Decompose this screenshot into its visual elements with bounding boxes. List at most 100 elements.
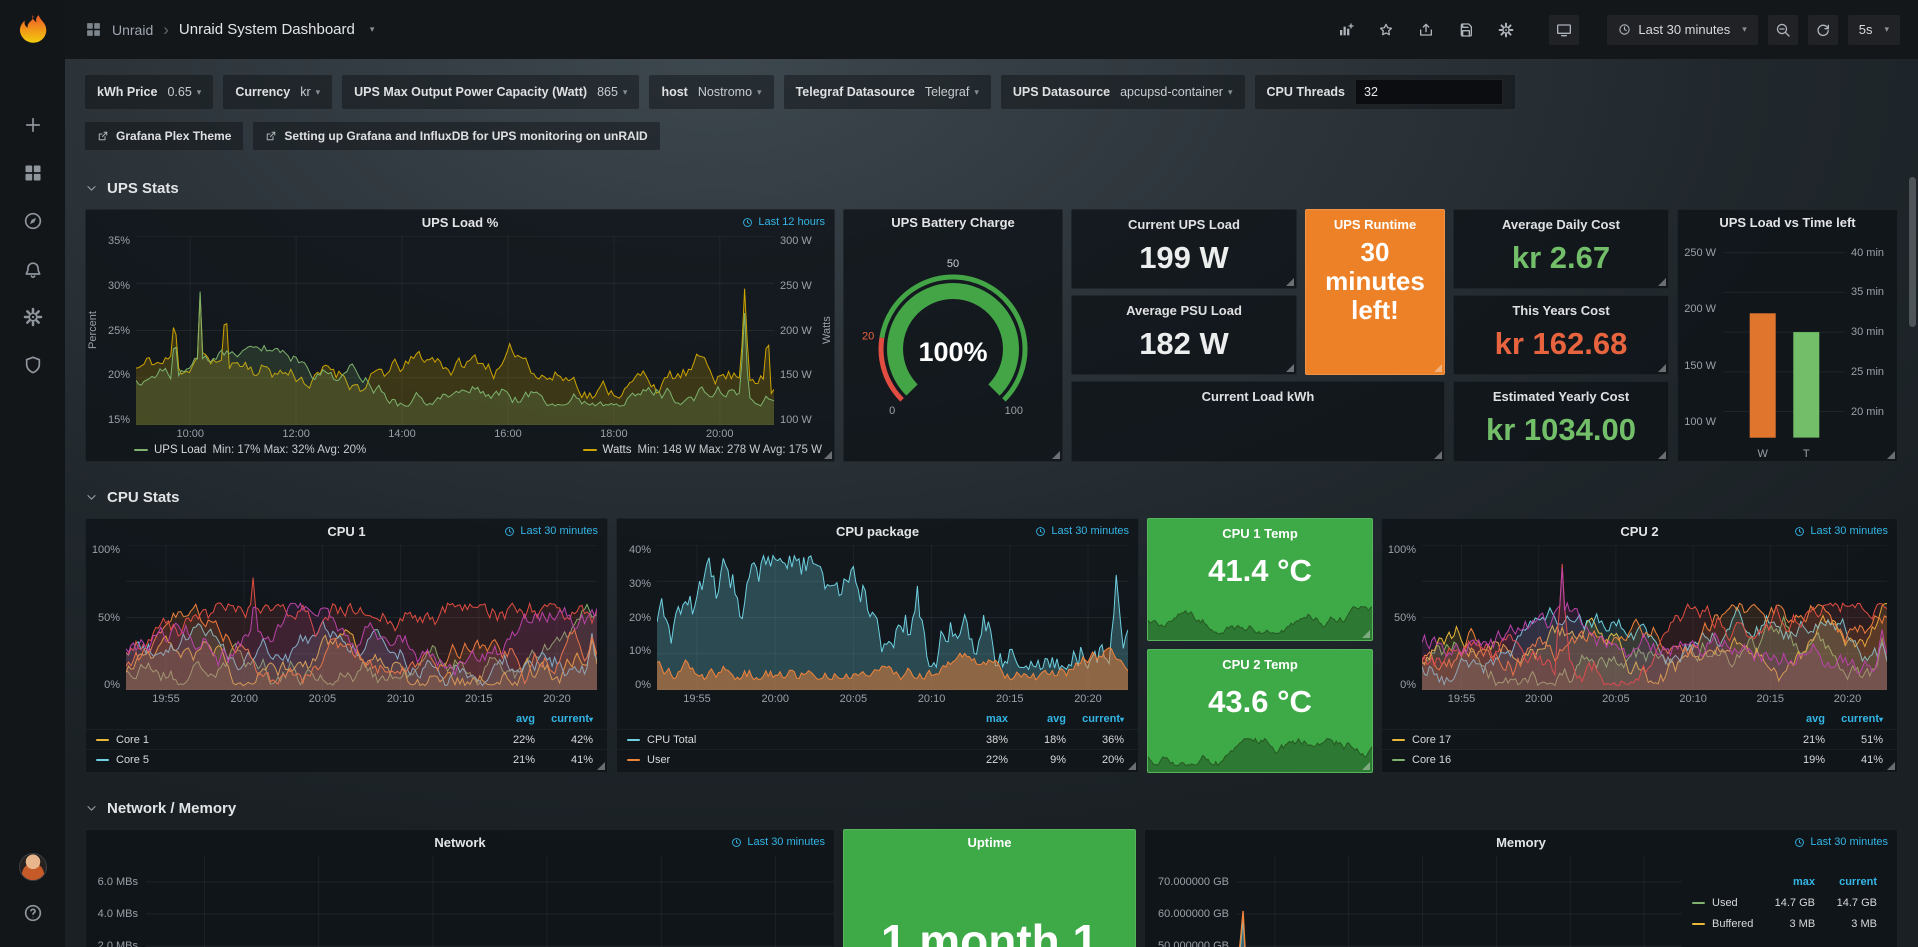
dashboards-icon[interactable]	[85, 21, 102, 38]
legend-item[interactable]: Core 122%42%	[86, 729, 607, 749]
panel-title[interactable]: CPU 1 Temp	[1148, 526, 1372, 541]
panel-title[interactable]: UPS Battery Charge	[844, 210, 1062, 236]
variable-value-dropdown[interactable]: Telegraf▾	[925, 85, 979, 99]
time-picker-button[interactable]: Last 30 minutes ▾	[1607, 15, 1757, 45]
panel-time-indicator[interactable]: Last 30 minutes	[1794, 836, 1888, 848]
legend-item[interactable]: WattsMin: 148 W Max: 278 W Avg: 175 W	[583, 444, 822, 456]
caret-down-icon[interactable]: ▾	[370, 24, 375, 35]
bars-chart[interactable]	[1724, 236, 1845, 445]
dashboard-settings-button[interactable]	[1491, 15, 1521, 45]
cycle-view-mode-button[interactable]	[1549, 15, 1579, 45]
panel-time-indicator[interactable]: Last 30 minutes	[1035, 525, 1129, 537]
panel-time-indicator[interactable]: Last 30 minutes	[731, 836, 825, 848]
refresh-button[interactable]	[1808, 15, 1838, 45]
panel-title[interactable]: Uptime	[844, 830, 1135, 856]
legend-item[interactable]: Core 1721%51%	[1382, 729, 1897, 749]
variable-kwh-price: kWh Price0.65▾	[85, 75, 213, 109]
row-header-cpu-stats[interactable]: CPU Stats	[85, 482, 1898, 512]
variable-value-dropdown[interactable]: apcupsd-container▾	[1120, 85, 1232, 99]
y-axis-left: 40%30%20%10%0%	[617, 545, 657, 690]
sidebar-bottom	[19, 853, 47, 947]
breadcrumb-folder[interactable]: Unraid	[112, 22, 153, 38]
legend-item[interactable]: Core 1619%41%	[1382, 749, 1897, 769]
scrollbar-thumb[interactable]	[1909, 177, 1916, 327]
star-dashboard-button[interactable]	[1371, 15, 1401, 45]
variable-ups-max-output-power-capacity-watt: UPS Max Output Power Capacity (Watt)865▾	[342, 75, 639, 109]
panel-time-indicator[interactable]: Last 30 minutes	[1794, 525, 1888, 537]
row-header-ups-stats[interactable]: UPS Stats	[85, 173, 1898, 203]
panel-title[interactable]: UPS Runtime	[1306, 217, 1444, 232]
panel-title[interactable]: Average PSU Load	[1072, 303, 1296, 318]
sidebar-item-server-admin[interactable]	[23, 355, 43, 375]
dashboard-canvas: kWh Price0.65▾Currencykr▾UPS Max Output …	[65, 59, 1918, 947]
variable-value-dropdown[interactable]: kr▾	[300, 85, 320, 99]
cpu2-chart[interactable]	[1422, 545, 1887, 690]
legend-column-max[interactable]: max	[1753, 876, 1815, 888]
variable-value-dropdown[interactable]: Nostromo▾	[698, 85, 762, 99]
panel-title[interactable]: Current Load kWh	[1072, 389, 1444, 404]
legend-header: avgcurrent▾	[86, 709, 607, 729]
clock-icon	[731, 837, 742, 848]
panel-ups-load-vs-time-left: UPS Load vs Time left 250 W200 W150 W100…	[1677, 209, 1898, 462]
panel-title[interactable]: CPU 2 Temp	[1148, 657, 1372, 672]
grafana-logo[interactable]	[0, 0, 65, 59]
sidebar-item-create[interactable]	[23, 115, 43, 135]
sidebar-item-alerting[interactable]	[23, 259, 43, 279]
sidebar-nav	[23, 115, 43, 375]
x-axis: 10:0012:0014:0016:0018:0020:00	[136, 425, 774, 441]
sidebar-item-dashboards[interactable]	[23, 163, 43, 183]
panel-title[interactable]: Network	[86, 830, 834, 856]
help-icon[interactable]	[23, 903, 43, 923]
legend-column-avg[interactable]: avg	[1008, 713, 1066, 725]
legend-item[interactable]: Used14.7 GB14.7 GB	[1682, 892, 1891, 913]
dashboard-link-grafana-plex-theme[interactable]: Grafana Plex Theme	[85, 122, 243, 150]
panel-cpu-2-temp: CPU 2 Temp 43.6 °C	[1147, 649, 1373, 773]
zoom-out-button[interactable]	[1768, 15, 1798, 45]
caret-down-icon: ▾	[1742, 24, 1747, 35]
panel-title[interactable]: Estimated Yearly Cost	[1454, 389, 1668, 404]
variable-value-dropdown[interactable]: 865▾	[597, 85, 627, 99]
legend-item[interactable]: Core 521%41%	[86, 749, 607, 769]
refresh-interval-picker[interactable]: 5s ▾	[1848, 15, 1900, 45]
legend-column-max[interactable]: max	[950, 713, 1008, 725]
panel-title[interactable]: This Years Cost	[1454, 303, 1668, 318]
panel-title[interactable]: UPS Load %	[86, 210, 834, 236]
sidebar-item-explore[interactable]	[23, 211, 43, 231]
dashboard-title[interactable]: Unraid System Dashboard	[179, 21, 355, 38]
panel-average-daily-cost: Average Daily Cost kr 2.67	[1453, 209, 1669, 289]
legend-column-current[interactable]: current▾	[1066, 713, 1124, 725]
legend-item[interactable]: Buffered3 MB3 MB	[1682, 913, 1891, 934]
legend-column-avg[interactable]: avg	[477, 713, 535, 725]
save-dashboard-button[interactable]	[1451, 15, 1481, 45]
panel-time-indicator[interactable]: Last 12 hours	[742, 216, 825, 228]
network-memory-row: Network Last 30 minutes 6.0 MBs4.0 MBs2.…	[85, 829, 1898, 947]
legend-item[interactable]: CPU Total38%18%36%	[617, 729, 1138, 749]
user-avatar[interactable]	[19, 853, 47, 881]
legend-column-current[interactable]: current	[1815, 876, 1877, 888]
legend-item[interactable]: User22%9%20%	[617, 749, 1138, 769]
memory-chart[interactable]	[1237, 856, 1682, 947]
network-chart[interactable]	[146, 856, 834, 947]
add-panel-button[interactable]	[1331, 15, 1361, 45]
caret-down-icon: ▾	[1884, 24, 1889, 35]
panel-title[interactable]: UPS Load vs Time left	[1678, 210, 1897, 236]
variable-input[interactable]	[1355, 79, 1503, 105]
legend-column-avg[interactable]: avg	[1767, 713, 1825, 725]
caret-down-icon: ▾	[316, 87, 321, 98]
ups-load-chart[interactable]	[136, 236, 774, 425]
share-dashboard-button[interactable]	[1411, 15, 1441, 45]
panel-title[interactable]: Current UPS Load	[1072, 217, 1296, 232]
panel-title[interactable]: Average Daily Cost	[1454, 217, 1668, 232]
legend-column-current[interactable]: current▾	[535, 713, 593, 725]
dashboard-link-setting-up-grafana-and-influxdb-for-ups-monitoring-on-unraid[interactable]: Setting up Grafana and InfluxDB for UPS …	[253, 122, 659, 150]
cpu1-chart[interactable]	[126, 545, 597, 690]
cpu-package-chart[interactable]	[657, 545, 1128, 690]
sidebar-item-configuration[interactable]	[23, 307, 43, 327]
panel-time-indicator[interactable]: Last 30 minutes	[504, 525, 598, 537]
row-header-network-memory[interactable]: Network / Memory	[85, 793, 1898, 823]
row-title: UPS Stats	[107, 180, 179, 197]
variable-value-dropdown[interactable]: 0.65▾	[167, 85, 201, 99]
legend-item[interactable]: UPS LoadMin: 17% Max: 32% Avg: 20%	[134, 444, 366, 456]
legend-column-current[interactable]: current▾	[1825, 713, 1883, 725]
panel-title[interactable]: Memory	[1145, 830, 1897, 856]
